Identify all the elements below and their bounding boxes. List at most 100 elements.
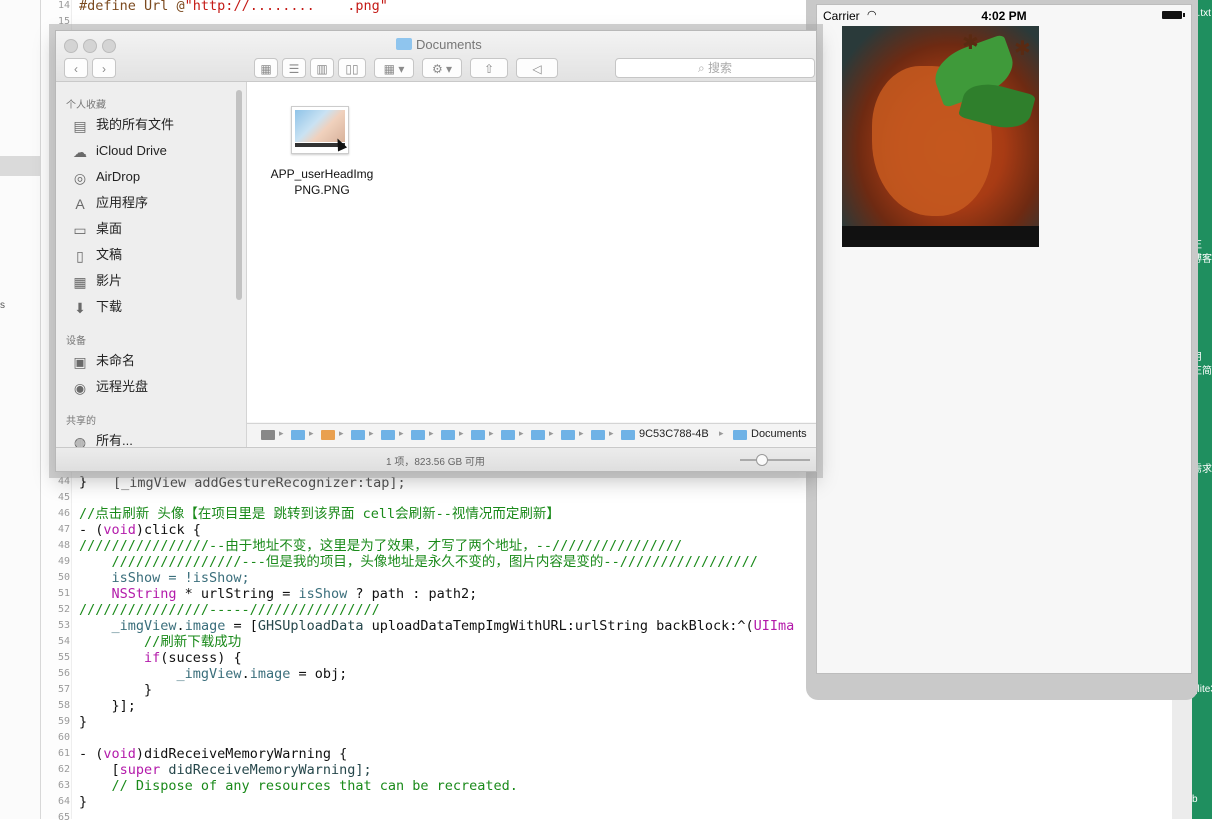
sidebar-item[interactable]: ▦ 影片 <box>72 270 232 292</box>
path-folder-icon[interactable] <box>291 430 305 440</box>
finder-sidebar[interactable]: 个人收藏 ▤ 我的所有文件 ☁ iCloud Drive ◎ AirDrop A 应用程序 ▭ 桌面… <box>56 82 247 450</box>
list-view-button[interactable]: ☰ <box>282 58 306 78</box>
sidebar-item[interactable]: ▤ 我的所有文件 <box>72 114 232 136</box>
path-separator: ▸ <box>519 428 524 438</box>
code-token: = obj; <box>290 666 348 682</box>
path-folder-icon[interactable] <box>501 430 515 440</box>
sidebar-item[interactable]: A 应用程序 <box>72 192 232 214</box>
home-icon[interactable] <box>321 430 335 440</box>
downloads-icon: ⬇ <box>74 300 86 316</box>
path-folder-icon[interactable] <box>471 430 485 440</box>
path-separator: ▸ <box>339 428 344 438</box>
sidebar-item[interactable]: ◎ AirDrop <box>72 166 232 188</box>
plate-edge <box>842 226 1039 247</box>
status-bar: 1 项，823.56 GB 可用 <box>56 447 816 471</box>
sidebar-item-label: AirDrop <box>96 169 141 184</box>
code-token: image <box>249 666 291 682</box>
path-folder-icon[interactable] <box>561 430 575 440</box>
simulator-screen[interactable]: Carrier ◠ 4:02 PM ✱ ✱ <box>816 4 1192 674</box>
navigator-fragment: s <box>0 300 5 311</box>
documents-icon: ▯ <box>76 248 84 264</box>
code-token: ////////////////-----//////////////// <box>79 602 380 618</box>
hd-icon[interactable] <box>261 430 275 440</box>
sidebar-item[interactable]: ⬇ 下载 <box>72 296 232 318</box>
code-token: super <box>119 762 161 778</box>
code-token: . <box>241 666 250 682</box>
code-token: ////////////////--由于地址不变，这里是为了效果，才写了两个地址… <box>79 538 683 554</box>
path-folder-icon[interactable] <box>351 430 365 440</box>
back-button[interactable]: ‹ <box>64 58 88 78</box>
avatar-image-view[interactable]: ✱ ✱ <box>842 26 1039 247</box>
sidebar-item[interactable]: ▣ 未命名 <box>72 350 232 372</box>
path-folder-icon[interactable] <box>621 430 635 440</box>
file-area[interactable]: APP_userHeadImg PNG.PNG <box>247 82 816 422</box>
sidebar-item-label: iCloud Drive <box>96 143 167 158</box>
icon-size-slider[interactable] <box>740 459 810 461</box>
search-field[interactable]: ⌕ 搜索 <box>615 58 815 78</box>
line-number: 59 <box>57 716 70 727</box>
path-segment-documents[interactable]: Documents <box>751 428 807 440</box>
path-separator: ▸ <box>399 428 404 438</box>
folder-icon <box>396 38 412 50</box>
applications-icon: A <box>75 196 85 212</box>
arrange-button[interactable]: ▦ ▾ <box>374 58 414 78</box>
zoom-button[interactable] <box>102 39 116 53</box>
path-segment-uuid[interactable]: 9C53C788-4B <box>639 428 709 440</box>
code-text: ////////////////-----//////////////// <box>79 602 380 618</box>
sidebar-item-label: 文稿 <box>96 247 123 262</box>
sidebar-item[interactable]: ◉ 远程光盘 <box>72 376 232 398</box>
line-number: 48 <box>57 540 70 551</box>
line-number: 50 <box>57 572 70 583</box>
line-number: 63 <box>57 780 70 791</box>
line-number: 54 <box>57 636 70 647</box>
path-folder-icon[interactable] <box>591 430 605 440</box>
path-separator: ▸ <box>309 428 314 438</box>
icon-size-slider-knob[interactable] <box>756 454 768 466</box>
finder-window[interactable]: Documents ‹ › ▦ ☰ ▥ ▯▯ ▦ ▾ ⚙ ▾ ⇧ ◁ ⌕ 搜索 … <box>55 30 817 472</box>
sidebar-item-label: 下载 <box>96 299 123 314</box>
sidebar-item[interactable]: ☁ iCloud Drive <box>72 140 232 162</box>
code-text: if(sucess) { <box>79 650 242 666</box>
code-text: #define Url @"http://........ .png" <box>79 0 388 14</box>
minimize-button[interactable] <box>83 39 97 53</box>
line-number: 45 <box>57 492 70 503</box>
path-separator: ▸ <box>489 428 494 438</box>
share-button[interactable]: ⇧ <box>470 58 508 78</box>
code-token: NSString <box>79 586 177 602</box>
file-name-line-1: APP_userHeadImg <box>270 167 374 181</box>
sidebar-item[interactable]: ▭ 桌面 <box>72 218 232 240</box>
path-folder-icon[interactable] <box>441 430 455 440</box>
path-folder-icon[interactable] <box>411 430 425 440</box>
file-name[interactable]: APP_userHeadImg PNG.PNG <box>257 166 387 198</box>
line-number: 52 <box>57 604 70 615</box>
line-number: 61 <box>57 748 70 759</box>
sidebar-item[interactable]: ▯ 文稿 <box>72 244 232 266</box>
code-text: _imgView.image = obj; <box>79 666 348 682</box>
tags-button[interactable]: ◁ <box>516 58 558 78</box>
movies-icon: ▦ <box>73 274 87 290</box>
code-text: isShow = !isShow; <box>79 570 250 586</box>
code-token: uploadDataTempImgWithURL:urlString backB… <box>363 618 754 634</box>
coverflow-view-button[interactable]: ▯▯ <box>338 58 366 78</box>
forward-button[interactable]: › <box>92 58 116 78</box>
code-token: void <box>103 746 136 762</box>
path-bar[interactable]: ▸ ▸ ▸ ▸ ▸ ▸ ▸ ▸ ▸ ▸ ▸ ▸ 9C53C788-4B ▸ Do… <box>247 423 816 446</box>
column-view-button[interactable]: ▥ <box>310 58 334 78</box>
code-token: //刷新下载成功 <box>79 634 242 650</box>
path-folder-icon[interactable] <box>381 430 395 440</box>
line-number: 44 <box>57 476 70 487</box>
action-gear-button[interactable]: ⚙ ▾ <box>422 58 462 78</box>
selected-row-band <box>0 156 40 176</box>
sidebar-item-label: 应用程序 <box>96 195 149 210</box>
close-button[interactable] <box>64 39 78 53</box>
code-token: ? path : path2; <box>347 586 478 602</box>
cloud-icon: ☁ <box>73 144 87 160</box>
documents-folder-icon[interactable] <box>733 430 747 440</box>
code-token: - ( <box>79 522 104 538</box>
path-folder-icon[interactable] <box>531 430 545 440</box>
airdrop-icon: ◎ <box>73 170 87 186</box>
icon-view-button[interactable]: ▦ <box>254 58 278 78</box>
ios-status-bar: Carrier ◠ 4:02 PM <box>817 5 1191 25</box>
finder-titlebar: Documents ‹ › ▦ ☰ ▥ ▯▯ ▦ ▾ ⚙ ▾ ⇧ ◁ ⌕ 搜索 <box>56 31 816 82</box>
sidebar-scrollbar[interactable] <box>236 90 242 300</box>
